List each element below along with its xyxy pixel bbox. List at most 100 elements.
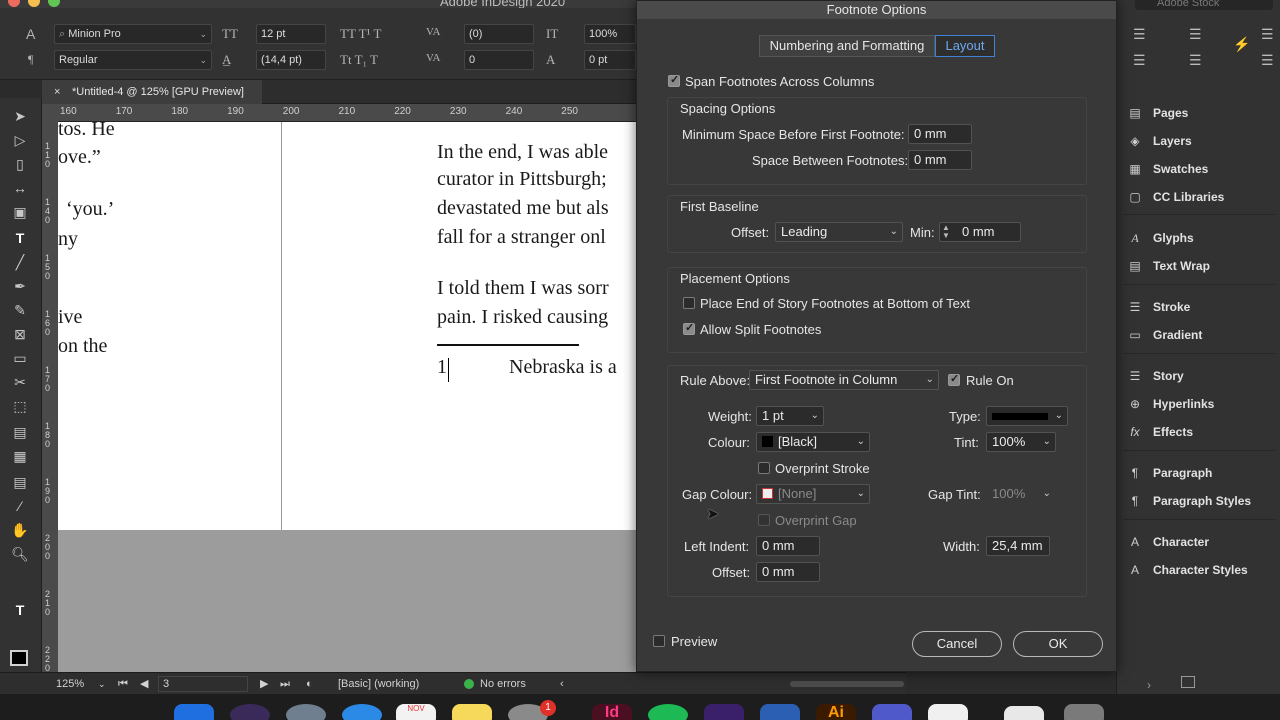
split-window-icon[interactable] (1181, 676, 1195, 688)
chevron-down-icon[interactable]: ⌄ (98, 673, 106, 695)
safari-icon[interactable] (342, 704, 382, 720)
teams-icon[interactable] (872, 704, 912, 720)
content-collector-icon[interactable]: ▣ (9, 202, 31, 222)
gap-tool-icon[interactable]: ↔ (9, 178, 31, 198)
panel-item-character-styles[interactable]: A Character Styles (1125, 559, 1275, 581)
siri-icon[interactable] (230, 704, 270, 720)
colour-dropdown[interactable]: [Black] ⌄ (756, 432, 870, 452)
scissors-tool-icon[interactable]: ✂ (9, 372, 31, 392)
baseline-min-field[interactable]: ▲ ▼ 0 mm (939, 222, 1021, 242)
panel-item-swatches[interactable]: ▦ Swatches (1125, 158, 1275, 180)
panel-item-paragraph-styles[interactable]: ¶ Paragraph Styles (1125, 490, 1275, 512)
font-family-field[interactable]: ⌕ Minion Pro ⌄ (54, 24, 212, 44)
align-justify-icon[interactable]: ☰ (1133, 52, 1146, 69)
font-size-field[interactable]: 12 pt (256, 24, 326, 44)
horizontal-scrollbar[interactable] (790, 681, 904, 687)
panel-item-effects[interactable]: fx Effects (1125, 421, 1275, 443)
weight-field[interactable]: 1 pt ⌄ (756, 406, 824, 426)
direct-selection-tool-icon[interactable]: ▷ (9, 130, 31, 150)
paragraph-mode-icon[interactable]: ¶ (28, 52, 33, 67)
free-transform-tool-icon[interactable]: ⬚ (9, 396, 31, 416)
page-tool-icon[interactable]: ▯ (9, 154, 31, 174)
baseline-offset-dropdown[interactable]: Leading ⌄ (775, 222, 903, 242)
allow-split-checkbox[interactable] (683, 321, 695, 335)
space-between-field[interactable]: 0 mm (908, 150, 972, 170)
pencil-tool-icon[interactable]: ✎ (9, 300, 31, 320)
spotify-icon[interactable] (648, 704, 688, 720)
premiere-icon[interactable] (704, 704, 744, 720)
close-tab-icon[interactable]: × (54, 80, 60, 104)
type-dropdown[interactable]: ⌄ (986, 406, 1068, 426)
image-tool-icon[interactable]: ▦ (9, 446, 31, 466)
all-caps-icon[interactable]: TT T¹ T (340, 26, 381, 42)
end-of-story-checkbox[interactable] (683, 297, 695, 309)
hand-tool-icon[interactable]: ✋ (9, 520, 31, 540)
panel-item-glyphs[interactable]: A Glyphs (1125, 227, 1275, 249)
panel-item-cc-libraries[interactable]: ▢ CC Libraries (1125, 186, 1275, 208)
span-footnotes-checkbox[interactable] (668, 73, 680, 87)
preflight-profile[interactable]: [Basic] (working) (338, 673, 419, 695)
calendar-icon[interactable]: NOV (396, 704, 436, 720)
ok-button[interactable]: OK (1013, 631, 1103, 657)
overprint-gap-checkbox[interactable] (758, 514, 770, 526)
panel-menu-icon[interactable]: ☰ (1261, 26, 1274, 43)
first-page-icon[interactable]: ⏮ (118, 673, 128, 695)
eyedropper-tool-icon[interactable]: ⁄ (9, 496, 31, 516)
document-page[interactable]: tos. He ove.” ‘you.’ ny ive on the In th… (58, 118, 636, 530)
panel-item-story[interactable]: ☰ Story (1125, 365, 1275, 387)
gap-colour-dropdown[interactable]: [None] ⌄ (756, 484, 870, 504)
line-tool-icon[interactable]: ╱ (9, 252, 31, 272)
scroll-right-icon[interactable]: › (1147, 678, 1151, 692)
finder-icon[interactable] (174, 704, 214, 720)
panel-item-paragraph[interactable]: ¶ Paragraph (1125, 462, 1275, 484)
fill-stroke-icon[interactable]: T (9, 600, 31, 620)
zoom-level[interactable]: 125% (56, 673, 84, 695)
music-icon[interactable] (928, 704, 968, 720)
stepper-icon[interactable]: ▲ ▼ (942, 224, 950, 240)
tint-field[interactable]: 100% ⌄ (986, 432, 1056, 452)
panel-menu-icon[interactable]: ☰ (1261, 52, 1274, 69)
trash-icon[interactable] (1064, 704, 1104, 720)
tab-layout[interactable]: Layout (935, 35, 995, 57)
panel-item-pages[interactable]: ▤ Pages (1125, 102, 1275, 124)
rectangle-frame-tool-icon[interactable]: ⊠ (9, 324, 31, 344)
document-canvas[interactable]: tos. He ove.” ‘you.’ ny ive on the In th… (58, 118, 636, 672)
pen-tool-icon[interactable]: ✒ (9, 276, 31, 296)
notes-icon[interactable] (452, 704, 492, 720)
rule-above-dropdown[interactable]: First Footnote in Column ⌄ (749, 370, 939, 390)
illustrator-icon[interactable]: Ai (816, 704, 856, 720)
next-page-icon[interactable]: ▶ (260, 673, 268, 695)
view-mode-icon[interactable] (10, 650, 28, 666)
rule-on-checkbox[interactable] (948, 372, 960, 386)
panel-item-gradient[interactable]: ▭ Gradient (1125, 324, 1275, 346)
gap-tint-field[interactable]: 100% ⌄ (986, 484, 1056, 504)
note-tool-icon[interactable]: ▤ (9, 472, 31, 492)
tracking-field[interactable]: 0 (464, 50, 534, 70)
font-style-field[interactable]: Regular ⌄ (54, 50, 212, 70)
rule-offset-field[interactable]: 0 mm (756, 562, 820, 582)
type-tool-icon[interactable]: T (9, 228, 31, 248)
preflight-errors[interactable]: No errors (480, 673, 526, 695)
selection-tool-icon[interactable]: ➤ (9, 106, 31, 126)
cancel-button[interactable]: Cancel (912, 631, 1002, 657)
panel-item-layers[interactable]: ◈ Layers (1125, 130, 1275, 152)
last-page-icon[interactable]: ⏭ (280, 673, 290, 695)
close-window-icon[interactable] (8, 0, 20, 7)
stock-search-field[interactable]: Adobe Stock (1135, 0, 1273, 10)
zoom-tool-icon[interactable]: 🔍︎ (9, 544, 31, 564)
kerning-field[interactable]: (0) (464, 24, 534, 44)
page-number-field[interactable]: 3 (158, 676, 248, 692)
lightning-icon[interactable]: ⚡ (1233, 36, 1250, 53)
panel-item-text-wrap[interactable]: ▤ Text Wrap (1125, 255, 1275, 277)
word-icon[interactable] (760, 704, 800, 720)
small-caps-icon[interactable]: Tt T₁ T (340, 52, 378, 68)
left-indent-field[interactable]: 0 mm (756, 536, 820, 556)
minimize-window-icon[interactable] (28, 0, 40, 7)
character-mode-icon[interactable]: A (26, 26, 35, 42)
width-field[interactable]: 25,4 mm (986, 536, 1050, 556)
zoom-window-icon[interactable] (48, 0, 60, 7)
baseline-shift-field[interactable]: 0 pt (584, 50, 636, 70)
align-left-icon[interactable]: ☰ (1133, 26, 1146, 43)
ruler-origin[interactable] (42, 104, 58, 122)
preview-checkbox[interactable] (653, 635, 665, 647)
